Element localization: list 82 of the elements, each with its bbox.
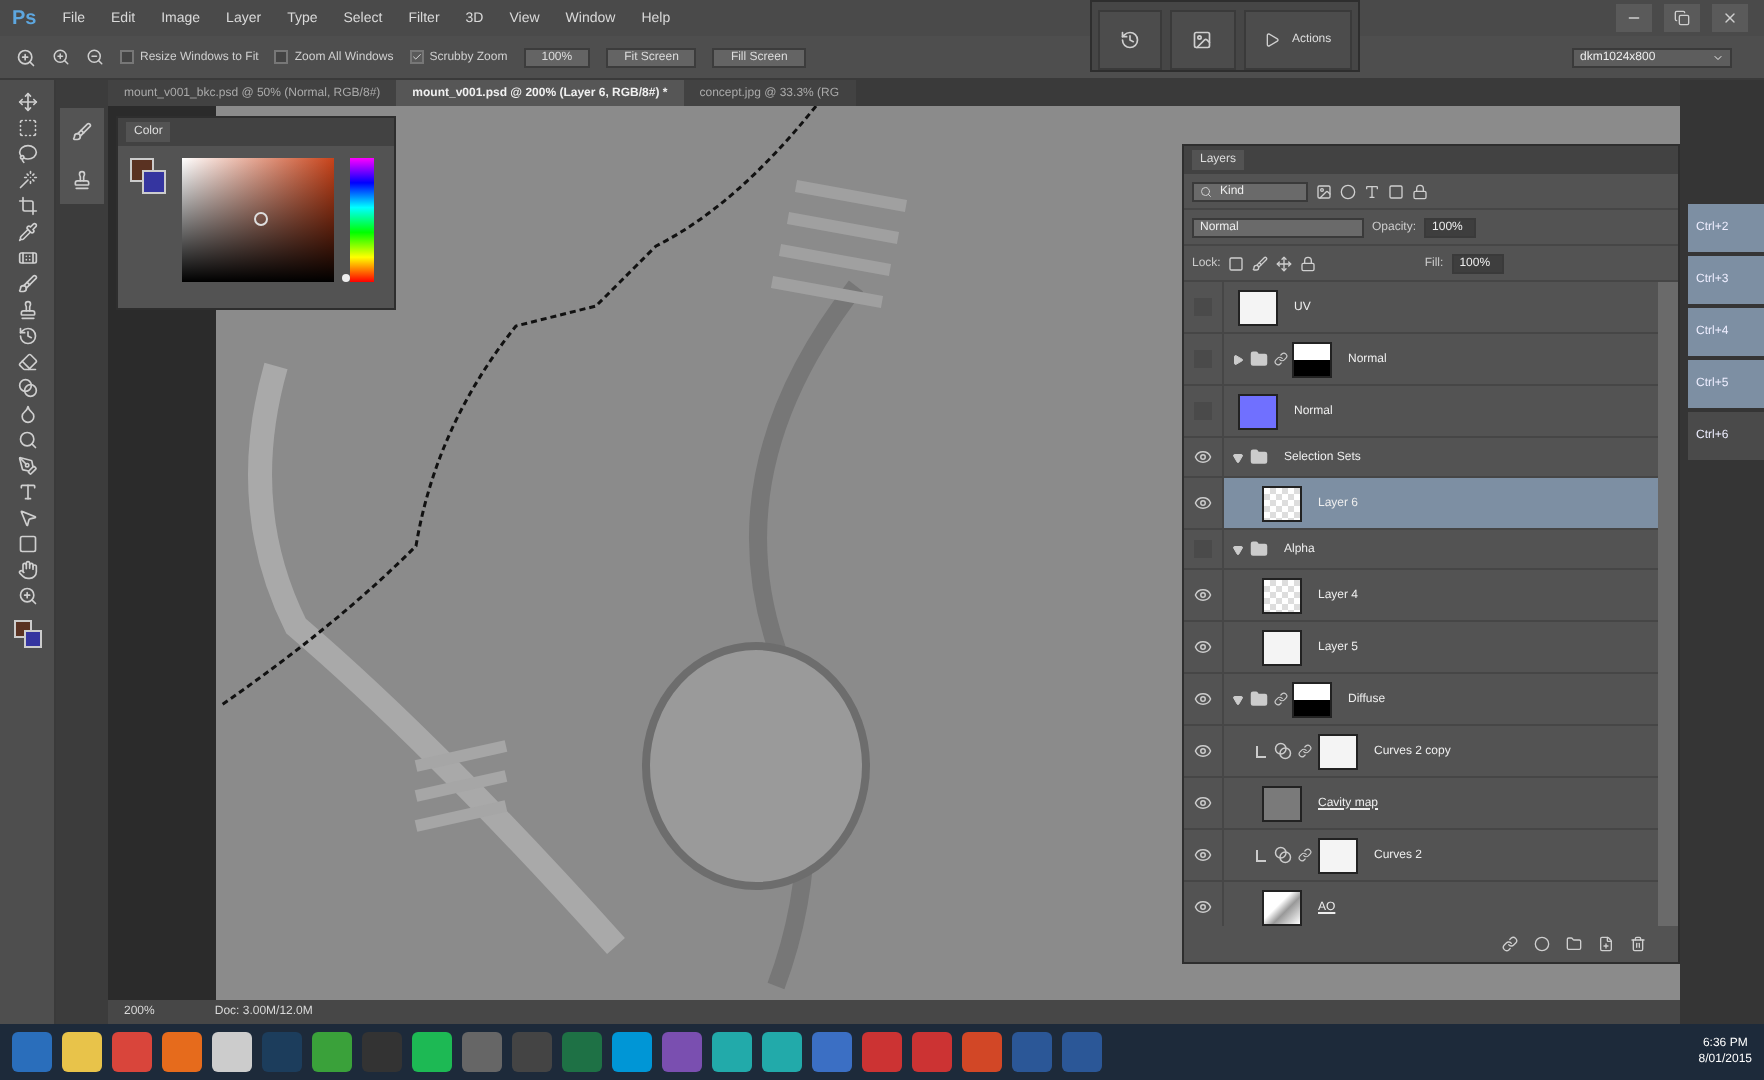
image-filter-icon[interactable] xyxy=(1316,183,1332,199)
color-swatches-icon[interactable] xyxy=(13,620,41,648)
search-icon[interactable] xyxy=(1200,185,1212,197)
layer-thumbnail xyxy=(1262,485,1302,521)
folder-icon xyxy=(1250,350,1268,368)
stripes-drawing xyxy=(410,740,512,832)
app-logo[interactable]: Ps xyxy=(12,7,37,29)
layer-thumbnail xyxy=(1238,289,1278,325)
caret-icon xyxy=(1712,51,1724,63)
eye-icon[interactable] xyxy=(1194,794,1212,812)
stamp-icon[interactable] xyxy=(17,300,37,320)
lock-position-icon[interactable] xyxy=(1276,255,1293,271)
checkbox[interactable] xyxy=(274,50,289,64)
pen-icon[interactable] xyxy=(17,456,37,476)
expander-icon[interactable] xyxy=(1232,451,1244,463)
hand-icon[interactable] xyxy=(17,560,37,580)
type-icon[interactable] xyxy=(17,482,37,502)
properties-button[interactable] xyxy=(1170,10,1236,70)
history-icon[interactable] xyxy=(1120,30,1141,50)
zoom-out-icon[interactable] xyxy=(86,48,104,66)
expander-icon[interactable] xyxy=(1232,353,1244,365)
lock-pixels-icon[interactable] xyxy=(1228,255,1245,271)
chain-icon xyxy=(1298,744,1312,758)
close-icon[interactable] xyxy=(1722,10,1738,26)
link-icon[interactable] xyxy=(1502,936,1518,952)
history-button[interactable] xyxy=(1098,10,1163,70)
droplet-icon[interactable] xyxy=(17,404,37,424)
folder-icon xyxy=(1250,448,1268,466)
eye-icon[interactable] xyxy=(1194,846,1212,864)
eye-icon[interactable] xyxy=(1194,586,1212,604)
zoom-icon[interactable] xyxy=(16,47,36,67)
layer-thumbnail xyxy=(1262,629,1302,665)
zoom-in-icon[interactable] xyxy=(52,48,70,66)
folder-icon[interactable] xyxy=(1566,936,1582,952)
lasso-icon[interactable] xyxy=(17,144,37,164)
chain-icon xyxy=(1298,848,1312,862)
clone-source-icon[interactable] xyxy=(72,170,92,190)
layer-thumbnail xyxy=(1318,733,1358,769)
checkbox[interactable] xyxy=(120,50,134,64)
layer-thumbnail xyxy=(1262,577,1302,613)
restore-button[interactable] xyxy=(1664,4,1700,32)
image-icon[interactable] xyxy=(1192,30,1213,50)
bandage-icon[interactable] xyxy=(17,248,37,268)
eye-icon[interactable] xyxy=(1194,898,1212,916)
lock-paint-icon[interactable] xyxy=(1252,255,1269,271)
layer-thumbnail xyxy=(1318,837,1358,873)
crop-icon[interactable] xyxy=(17,196,37,216)
layer-thumbnail xyxy=(1262,889,1302,925)
brush-icon[interactable] xyxy=(17,274,37,294)
checkbox[interactable] xyxy=(409,50,424,64)
wand-icon[interactable] xyxy=(17,170,37,190)
zoom-icon[interactable] xyxy=(17,586,37,606)
eye-icon[interactable] xyxy=(1194,690,1212,708)
lock-icon[interactable] xyxy=(1300,255,1317,271)
brush-settings-icon[interactable] xyxy=(72,122,92,142)
rectangle-icon[interactable] xyxy=(17,534,37,554)
magnifier-icon[interactable] xyxy=(17,430,37,450)
color-field[interactable] xyxy=(182,158,334,282)
expander-icon[interactable] xyxy=(1232,693,1244,705)
trash-icon[interactable] xyxy=(1630,936,1646,952)
eye-icon[interactable] xyxy=(1194,638,1212,656)
slider-thumb[interactable] xyxy=(342,273,350,282)
pipette-icon[interactable] xyxy=(17,222,37,242)
eye-icon[interactable] xyxy=(1194,742,1212,760)
eraser-icon[interactable] xyxy=(17,352,37,372)
eye-icon[interactable] xyxy=(1194,448,1212,466)
expander-icon[interactable] xyxy=(1232,543,1244,555)
mask-thumbnail xyxy=(1292,681,1332,717)
eye-icon[interactable] xyxy=(1194,494,1212,512)
marquee-icon[interactable] xyxy=(17,118,37,138)
pointer-icon[interactable] xyxy=(17,508,37,528)
mask-thumbnail xyxy=(1292,341,1332,377)
restore-icon[interactable] xyxy=(1674,10,1690,26)
new-layer-icon[interactable] xyxy=(1598,936,1614,952)
play-icon[interactable] xyxy=(1263,32,1280,48)
history-brush-icon[interactable] xyxy=(17,326,37,346)
shape-filter-icon[interactable] xyxy=(1388,183,1404,199)
folder-icon xyxy=(1250,690,1268,708)
color-swatches-icon[interactable] xyxy=(130,158,166,194)
folder-icon xyxy=(1250,540,1268,558)
type-filter-icon[interactable] xyxy=(1364,183,1380,199)
move-icon[interactable] xyxy=(17,92,37,112)
